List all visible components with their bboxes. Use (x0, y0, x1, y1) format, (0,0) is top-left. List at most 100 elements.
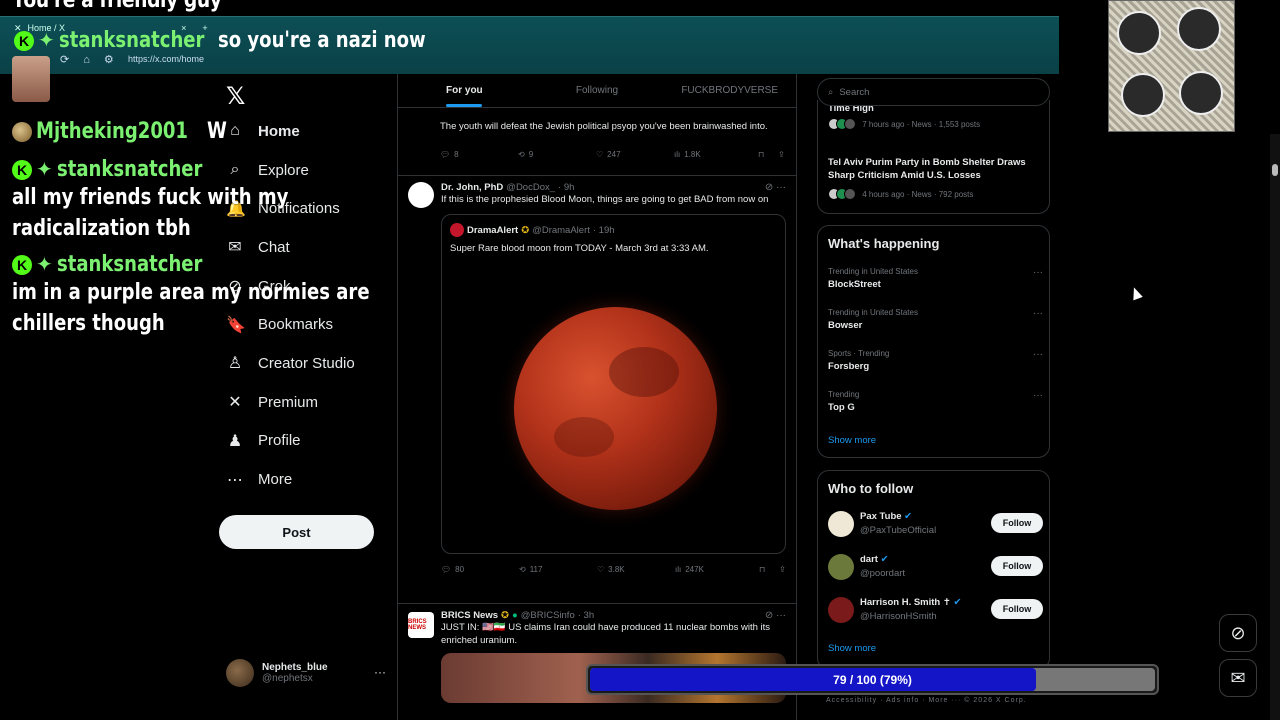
show-more-link[interactable]: Show more (828, 435, 876, 446)
tab-custom-feed[interactable]: FUCKBRODYVERSE (663, 74, 796, 107)
author-name[interactable]: BRICS News (441, 610, 498, 621)
follow-suggestion[interactable]: Harrison H. Smith ✝ ✔ @HarrisonHSmith Fo… (828, 597, 1043, 627)
album-face (1121, 73, 1165, 117)
share-icon[interactable]: ⇪ (779, 565, 786, 574)
sparkle-badge-icon: ✦ (38, 29, 55, 52)
album-face (1177, 7, 1221, 51)
trend-name: Top G (828, 402, 855, 413)
verified-badge-icon: ✔ (953, 597, 962, 608)
like-button[interactable]: ♡ 247 (596, 150, 674, 159)
who-to-follow-panel: Who to follow Pax Tube ✔ @PaxTubeOfficia… (817, 470, 1050, 670)
repost-button[interactable]: ⟲ 117 (519, 565, 597, 574)
grok-float-icon[interactable]: ⊘ (1219, 614, 1257, 652)
news-item[interactable]: Tel Aviv Purim Party in Bomb Shelter Dra… (828, 156, 1043, 200)
search-placeholder: Search (839, 86, 870, 98)
tweet-time[interactable]: · 3h (578, 610, 594, 621)
account-handle: @nephetsx (262, 673, 313, 684)
trend-name: Bowser (828, 320, 863, 331)
sidebar-item-label: Premium (258, 393, 319, 411)
sidebar-item-premium[interactable]: ✕ Premium (226, 383, 355, 422)
heart-icon: ♡ (597, 564, 605, 574)
show-more-link[interactable]: Show more (828, 643, 876, 654)
views-button[interactable]: ılı 247K (675, 565, 759, 574)
trend-item[interactable]: Trending in United States Bowser ··· (828, 308, 1043, 331)
reply-button[interactable]: 💬︎ 80 (441, 565, 519, 574)
author-handle[interactable]: @BRICSinfo (521, 610, 575, 621)
more-dots-icon[interactable]: ··· (374, 665, 386, 679)
share-icon[interactable]: ⇪ (778, 150, 785, 159)
blood-moon-image[interactable] (514, 307, 717, 510)
account-switcher[interactable]: Nephets_blue @nephetsx ··· (226, 659, 386, 687)
author-name[interactable]: Dr. John, PhD (441, 182, 503, 193)
tab-for-you[interactable]: For you (398, 74, 531, 107)
chat-text: W (207, 119, 228, 144)
goal-progress-bar: 79 / 100 (79%) (586, 664, 1159, 695)
search-input[interactable]: ⌕ Search (817, 78, 1050, 106)
chat-text: all my friends fuck with my radicalizati… (12, 185, 289, 241)
suggested-handle: @PaxTubeOfficial (860, 525, 937, 536)
tab-following[interactable]: Following (531, 74, 664, 107)
avatar (226, 659, 254, 687)
suggested-handle: @HarrisonHSmith (860, 611, 937, 622)
news-panel: Time High 7 hours ago · News · 1,553 pos… (817, 100, 1050, 214)
follow-button[interactable]: Follow (991, 513, 1043, 533)
follow-button[interactable]: Follow (991, 556, 1043, 576)
tweet[interactable]: The youth will defeat the Jewish politic… (440, 120, 785, 161)
coin-badge-icon (12, 121, 32, 142)
post-button[interactable]: Post (219, 515, 374, 549)
reply-button[interactable]: 💬︎ 8 (440, 150, 518, 159)
more-dots-icon[interactable]: ⊘ ··· (765, 182, 786, 193)
x-icon: ✕ (228, 394, 242, 412)
avatar[interactable] (408, 182, 434, 208)
account-name: Nephets_blue (262, 662, 328, 673)
tweet-text: JUST IN: 🇺🇸🇮🇷 US claims Iran could have … (441, 622, 771, 646)
verified-badge-icon: ✪ (501, 610, 509, 621)
more-dots-icon[interactable]: ··· (1033, 349, 1043, 360)
trend-context: Trending in United States (828, 308, 918, 317)
views-button[interactable]: ılı 1.8K (674, 150, 758, 159)
view-count: 1.8K (684, 149, 701, 159)
footer-links[interactable]: Accessibility · Ads info · More ··· © 20… (826, 697, 1027, 704)
scrollbar-thumb[interactable] (1272, 164, 1278, 176)
scrollbar[interactable] (1270, 134, 1280, 720)
sidebar-item-more[interactable]: ⋯ More (226, 460, 355, 499)
repost-count: 9 (528, 149, 534, 159)
suggested-name: dart ✔ (860, 554, 889, 565)
repost-count: 117 (529, 564, 543, 574)
reply-icon: 💬︎ (441, 564, 452, 574)
like-button[interactable]: ♡ 3.8K (597, 565, 675, 574)
x-logo-icon[interactable]: 𝕏 (226, 82, 245, 111)
more-dots-icon[interactable]: ⊘ ··· (765, 610, 786, 621)
tweet-time[interactable]: · 9h (558, 182, 574, 193)
sidebar-item-creator-studio[interactable]: ♙ Creator Studio (226, 344, 355, 383)
reply-count: 8 (454, 149, 459, 159)
profile-icon: ♟ (227, 432, 243, 450)
more-dots-icon[interactable]: ··· (1033, 308, 1043, 319)
address-bar[interactable]: https://x.com/home (128, 54, 204, 64)
trend-item[interactable]: Sports · Trending Forsberg ··· (828, 349, 1043, 372)
repost-button[interactable]: ⟲ 9 (518, 150, 596, 159)
trend-item[interactable]: Trending in United States BlockStreet ··… (828, 267, 1043, 290)
bookmark-icon[interactable]: ⊓ (759, 565, 779, 574)
more-dots-icon[interactable]: ··· (1033, 390, 1043, 401)
follow-suggestion[interactable]: Pax Tube ✔ @PaxTubeOfficial Follow (828, 511, 1043, 541)
tweet-time: · 19h (592, 224, 615, 236)
sidebar-item-profile[interactable]: ♟ Profile (226, 422, 355, 461)
news-item[interactable]: Time High 7 hours ago · News · 1,553 pos… (828, 102, 1043, 130)
trend-context: Trending in United States (828, 267, 918, 276)
avatar[interactable]: BRICS NEWS (408, 612, 434, 638)
quoted-tweet[interactable]: DramaAlert ✪ @DramaAlert · 19h Super Rar… (441, 214, 786, 554)
author-handle[interactable]: @DocDox_ (506, 182, 555, 193)
follow-suggestion[interactable]: dart ✔ @poordart Follow (828, 554, 1043, 584)
bookmark-icon[interactable]: ⊓ (758, 150, 778, 159)
verified-badge-icon: ✔ (904, 511, 913, 522)
avatar (450, 223, 464, 237)
more-dots-icon[interactable]: ··· (1033, 267, 1043, 278)
messages-float-icon[interactable]: ✉ (1219, 659, 1257, 697)
divider (398, 603, 796, 604)
trend-item[interactable]: Trending Top G ··· (828, 390, 1043, 413)
quote-header: DramaAlert ✪ @DramaAlert · 19h (442, 215, 785, 237)
heart-icon: ♡ (596, 149, 604, 159)
quote-text: Super Rare blood moon from TODAY - March… (450, 243, 709, 254)
follow-button[interactable]: Follow (991, 599, 1043, 619)
